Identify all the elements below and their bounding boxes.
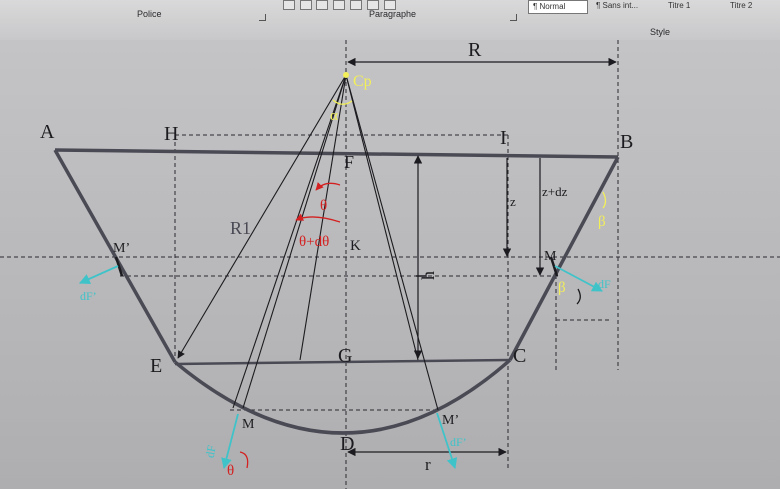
label-K: K bbox=[350, 238, 361, 254]
vessel-diagram: A H I B F K E G C D Cp M M’ M M’ R R1 r … bbox=[0, 39, 780, 489]
label-dF-left: dF’ bbox=[80, 289, 97, 303]
vessel-bottom-arc bbox=[173, 358, 512, 435]
label-M-bottom: M bbox=[242, 417, 255, 432]
label-E: E bbox=[150, 355, 162, 377]
vessel-top-edge bbox=[54, 148, 619, 159]
label-beta2: β bbox=[558, 280, 566, 296]
label-beta: β bbox=[598, 214, 606, 230]
label-M-prime-left: M’ bbox=[113, 241, 130, 256]
vessel-left-wall bbox=[53, 149, 177, 363]
label-C: C bbox=[513, 345, 526, 367]
label-Cp: Cp bbox=[353, 73, 372, 90]
label-theta-small: θ bbox=[227, 463, 234, 479]
angle-beta-arc bbox=[602, 191, 607, 209]
label-F: F bbox=[344, 152, 354, 172]
force-dF-bottom bbox=[221, 413, 239, 470]
ray-line bbox=[242, 74, 347, 409]
angle-theta-dtheta-arc bbox=[295, 213, 341, 223]
label-dF-right: dF bbox=[598, 277, 611, 291]
label-M-right: M bbox=[544, 249, 557, 264]
label-dF-bottom: dF bbox=[203, 444, 219, 459]
label-R: R bbox=[468, 39, 482, 61]
label-theta: θ bbox=[320, 198, 327, 214]
label-dF-bottom-prime: dF’ bbox=[450, 435, 467, 449]
label-D: D bbox=[340, 433, 354, 455]
label-M-prime-bottom: M’ bbox=[442, 413, 459, 428]
ray-line bbox=[345, 74, 419, 361]
label-I: I bbox=[500, 127, 507, 149]
angle-beta2-arc bbox=[576, 288, 581, 305]
label-z: z bbox=[510, 194, 516, 209]
label-alpha: α bbox=[330, 108, 338, 124]
point-Cp bbox=[343, 72, 349, 78]
force-dF-left bbox=[79, 265, 119, 284]
label-A: A bbox=[40, 121, 55, 143]
label-h: h bbox=[418, 271, 438, 280]
radius-R1-line bbox=[177, 74, 347, 359]
label-z-dz: z+dz bbox=[542, 184, 568, 199]
label-r: r bbox=[425, 455, 431, 474]
label-theta-dtheta: θ+dθ bbox=[299, 234, 329, 250]
angle-theta-small-arc bbox=[239, 451, 249, 469]
label-B: B bbox=[620, 131, 633, 153]
label-R1: R1 bbox=[230, 218, 251, 238]
label-G: G bbox=[338, 345, 352, 367]
label-H: H bbox=[164, 123, 178, 145]
